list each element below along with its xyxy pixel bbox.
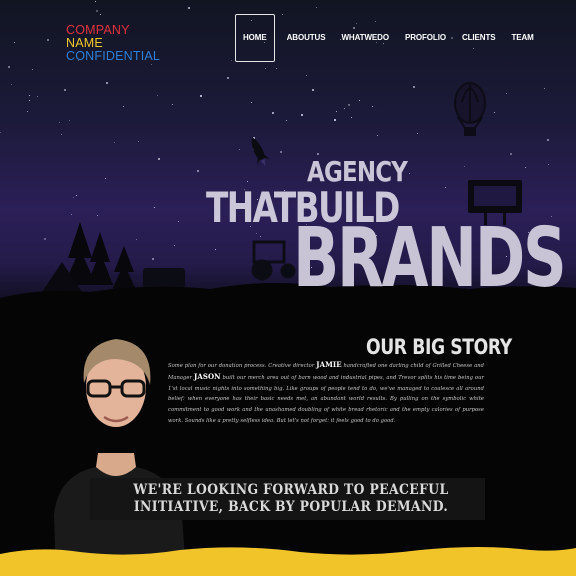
nav-portfolio[interactable]: PROFOLIO xyxy=(397,14,454,62)
balloon-icon xyxy=(454,82,486,136)
tractor-icon xyxy=(251,240,296,281)
quote-text: WE'RE LOOKING FORWARD TO PEACEFUL INITIA… xyxy=(112,482,471,516)
trees-icon xyxy=(64,222,136,290)
company-logo[interactable]: COMPANY NAME CONFIDENTIAL xyxy=(66,24,160,63)
story-title: OUR BIG STORY xyxy=(366,335,512,359)
logo-line-3: CONFIDENTIAL xyxy=(66,49,161,63)
nav-home[interactable]: HOME xyxy=(235,14,275,62)
story-name-jason: JASON xyxy=(194,371,221,381)
page: COMPANY NAME CONFIDENTIAL HOME ABOUTUS W… xyxy=(0,0,576,576)
story-name-jamie: JAMIE xyxy=(316,360,342,369)
nav-clients[interactable]: CLIENTS xyxy=(454,14,504,62)
nav-what-we-do[interactable]: WHATWEDO xyxy=(333,14,397,62)
story-body: Some plan for our donation process. Crea… xyxy=(168,360,484,427)
nav-about-us[interactable]: ABOUTUS xyxy=(279,14,334,62)
hero-headline-brands: BRANDS xyxy=(293,211,567,306)
story-text-3: built our merch area out of barn wood an… xyxy=(168,374,485,424)
quote-line-2: INITIATIVE, BACK BY POPULAR DEMAND. xyxy=(133,499,449,515)
main-nav: HOME ABOUTUS WHATWEDO PROFOLIO CLIENTS T… xyxy=(235,14,542,62)
nav-team[interactable]: TEAM xyxy=(503,14,541,62)
rocket-icon xyxy=(251,137,270,167)
quote-line-1: WE'RE LOOKING FORWARD TO PEACEFUL xyxy=(133,482,449,498)
yellow-wave-divider xyxy=(0,547,576,576)
